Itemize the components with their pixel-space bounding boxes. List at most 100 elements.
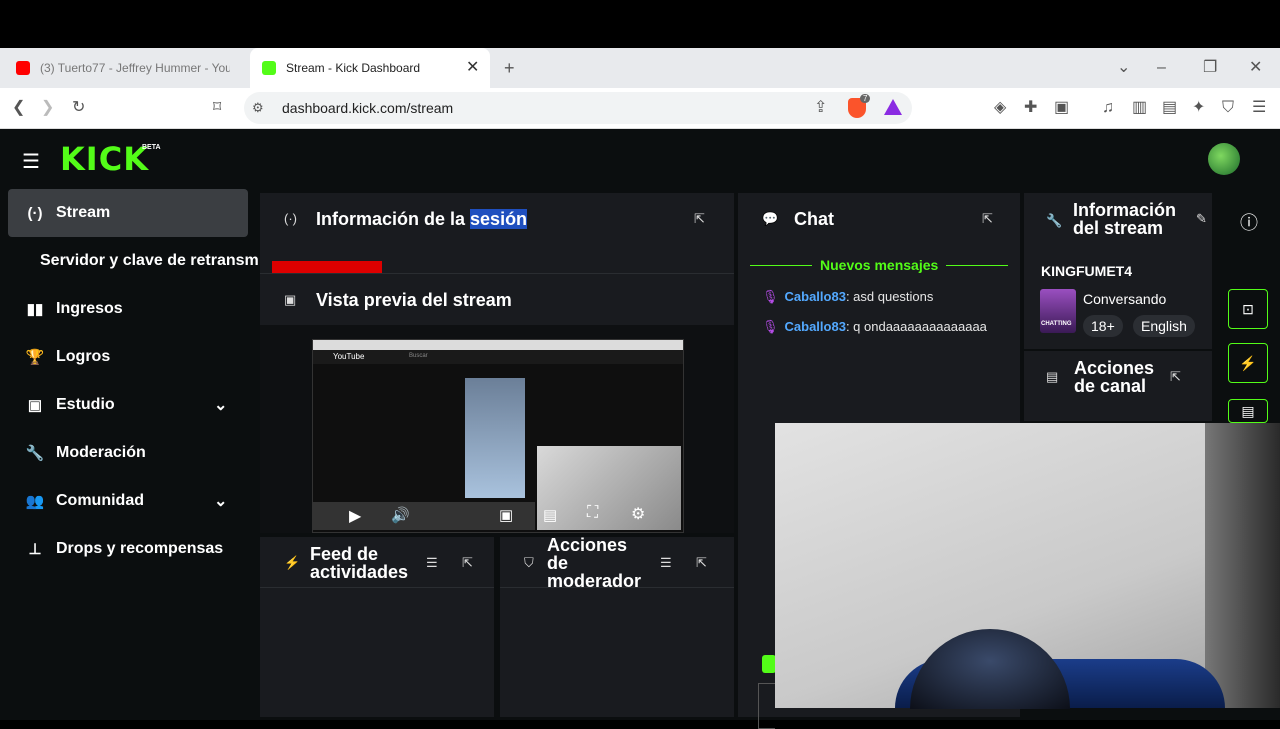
wallet-icon[interactable]: ▣ (1054, 100, 1069, 116)
sidebar-item-label: Ingresos (56, 300, 123, 317)
webcam-overlay (537, 446, 681, 530)
chat-text: : asd questions (845, 289, 934, 304)
volume-icon[interactable]: 🔊 (391, 506, 410, 524)
capture-icon: ⊡ (1242, 300, 1254, 317)
play-icon[interactable]: ▶ (349, 506, 361, 526)
preview-title: Vista previa del stream (316, 290, 512, 310)
chevron-down-icon[interactable]: ⌄ (214, 395, 227, 415)
filter-icon[interactable]: ☰ (426, 555, 438, 571)
channel-name: KINGFUMET4 (1041, 263, 1132, 279)
wallet2-icon[interactable]: ▤ (1162, 100, 1177, 116)
extensions-icon[interactable]: ✚ (1024, 100, 1037, 116)
forward-icon[interactable]: ❯ (41, 100, 54, 116)
preview-header: ▣ Vista previa del stream (260, 273, 734, 326)
new-messages-label: Nuevos mensajes (812, 257, 947, 273)
session-title-highlight: sesión (470, 209, 528, 229)
url-text[interactable]: dashboard.kick.com/stream (282, 100, 453, 116)
rail-button-3[interactable]: ▤ (1228, 399, 1268, 423)
fullscreen-icon[interactable]: ⛶ (587, 504, 598, 522)
emote-icon[interactable] (762, 655, 776, 673)
stream-preview-video[interactable]: YouTube Buscar ▶ 🔊 ▣ ▤ ⛶ ⚙ (312, 339, 684, 533)
minimize-icon[interactable]: – (1157, 60, 1166, 76)
tab-title: Stream - Kick Dashboard (286, 61, 421, 75)
chat-message: 🎙 Caballo83: q ondaaaaaaaaaaaaaa (762, 319, 987, 335)
bookmark-icon[interactable]: ⌑ (213, 100, 221, 116)
chat-message: 🎙 Caballo83: asd questions (762, 289, 933, 305)
mod-actions-panel: ⛉ Acciones de moderador ☰ ⇱ (500, 536, 734, 717)
category-name[interactable]: Conversando (1083, 291, 1166, 307)
session-title: Información de la sesión (316, 209, 528, 230)
tab-search-chevron-icon[interactable]: ⌄ (1117, 60, 1130, 76)
mod-title-2: de (547, 553, 569, 573)
sidebar-item-drops[interactable]: ⊥ Drops y recompensas (8, 525, 248, 573)
menu-icon[interactable]: ☰ (1252, 100, 1266, 116)
category-thumbnail[interactable]: CHATTING (1040, 289, 1076, 333)
vpn-icon[interactable]: ◈ (994, 100, 1006, 116)
settings-gear-icon[interactable]: ⚙ (631, 504, 645, 524)
sidebar-item-label: Drops y recompensas (56, 540, 224, 557)
sidebar-item-comunidad[interactable]: 👥 Comunidad ⌄ (8, 477, 248, 525)
new-tab-icon[interactable]: + (504, 59, 515, 77)
filter-icon[interactable]: ☰ (660, 555, 672, 571)
sidebar-icon[interactable]: ▥ (1132, 100, 1147, 116)
trophy-icon: 🏆 (25, 349, 45, 366)
preview-area: YouTube Buscar ▶ 🔊 ▣ ▤ ⛶ ⚙ (260, 325, 734, 533)
cinema-icon[interactable]: ▤ (543, 506, 557, 524)
sidebar-item-estudio[interactable]: ▣ Estudio ⌄ (8, 381, 248, 429)
tag-badge[interactable]: 18+ (1083, 315, 1123, 337)
video-frame-child (465, 378, 525, 498)
sidebar-item-ingresos[interactable]: ▮▮ Ingresos (8, 285, 248, 333)
session-info-panel: (·) Información de la sesión ⇱ (260, 193, 734, 273)
close-tab-icon[interactable]: ✕ (466, 60, 479, 76)
tab-kick-dashboard[interactable]: Stream - Kick Dashboard ✕ (250, 48, 490, 88)
session-title-text: Información de la (316, 209, 471, 229)
shield-vpn-icon[interactable]: ⛉ (1222, 100, 1234, 116)
hamburger-icon[interactable]: ☰ (22, 149, 40, 174)
quick-action-button[interactable]: ⚡ (1228, 343, 1268, 383)
mod-actions-header: ⛉ Acciones de moderador ☰ ⇱ (500, 536, 734, 590)
sidebar-item-logros[interactable]: 🏆 Logros (8, 333, 248, 381)
site-info-icon[interactable]: ⚙ (252, 100, 264, 116)
brave-rewards-icon[interactable] (884, 99, 902, 115)
popout-icon[interactable]: ⇱ (694, 211, 705, 227)
popout-icon[interactable]: ⇱ (696, 555, 707, 571)
channel-actions-title-1: Acciones (1074, 358, 1155, 378)
miniplayer-icon[interactable]: ▣ (499, 506, 513, 524)
chat-input[interactable] (758, 683, 775, 729)
address-bar[interactable]: ⚙ dashboard.kick.com/stream ⇪ 7 (244, 92, 912, 124)
chat-username[interactable]: Caballo83 (785, 319, 846, 334)
mod-actions-title: Acciones de moderador (547, 536, 641, 590)
player-controls: ▶ 🔊 ▣ (313, 502, 535, 530)
webcam-dark-edge (1205, 423, 1280, 708)
avatar[interactable] (1208, 143, 1240, 175)
chevron-down-icon[interactable]: ⌄ (214, 491, 227, 511)
popout-icon[interactable]: ⇱ (1170, 369, 1181, 385)
leo-ai-icon[interactable]: ✦ (1192, 100, 1205, 116)
chat-username[interactable]: Caballo83 (785, 289, 846, 304)
popout-icon[interactable]: ⇱ (462, 555, 473, 571)
feed-header: ⚡ Feed de actividades ☰ ⇱ (260, 537, 494, 588)
edit-pencil-icon[interactable]: ✎ (1196, 211, 1207, 227)
tab-strip: (3) Tuerto77 - Jeffrey Hummer - YouT Str… (0, 48, 1280, 88)
music-icon[interactable]: ♫ (1102, 100, 1114, 116)
stream-info-panel: 🔧 Información del stream ✎ KINGFUMET4 CHA… (1024, 193, 1212, 349)
sidebar-item-stream[interactable]: (·) Stream (8, 189, 248, 237)
screenshot-button[interactable]: ⊡ (1228, 289, 1268, 329)
kick-logo[interactable]: KICK (60, 140, 149, 178)
window-close-icon[interactable]: ✕ (1249, 60, 1262, 76)
info-icon[interactable]: ⓘ (1240, 209, 1258, 235)
sidebar-item-server-key[interactable]: Servidor y clave de retransm (40, 237, 258, 285)
back-icon[interactable]: ❮ (12, 100, 25, 116)
nested-search: Buscar (409, 353, 428, 359)
sidebar-item-moderacion[interactable]: 🔧 Moderación (8, 429, 248, 477)
chat-title: Chat (794, 209, 834, 229)
popout-icon[interactable]: ⇱ (982, 211, 993, 227)
channel-actions-panel: ▤ Acciones de canal ⇱ (1024, 351, 1212, 421)
share-icon[interactable]: ⇪ (814, 100, 827, 116)
restore-icon[interactable]: ❐ (1203, 60, 1217, 76)
tab-youtube[interactable]: (3) Tuerto77 - Jeffrey Hummer - YouT (8, 48, 244, 88)
tag-badge[interactable]: English (1133, 315, 1195, 337)
preview-icon: ▣ (284, 292, 297, 307)
reload-icon[interactable]: ↻ (72, 100, 85, 116)
tab-title: (3) Tuerto77 - Jeffrey Hummer - YouT (40, 61, 230, 75)
